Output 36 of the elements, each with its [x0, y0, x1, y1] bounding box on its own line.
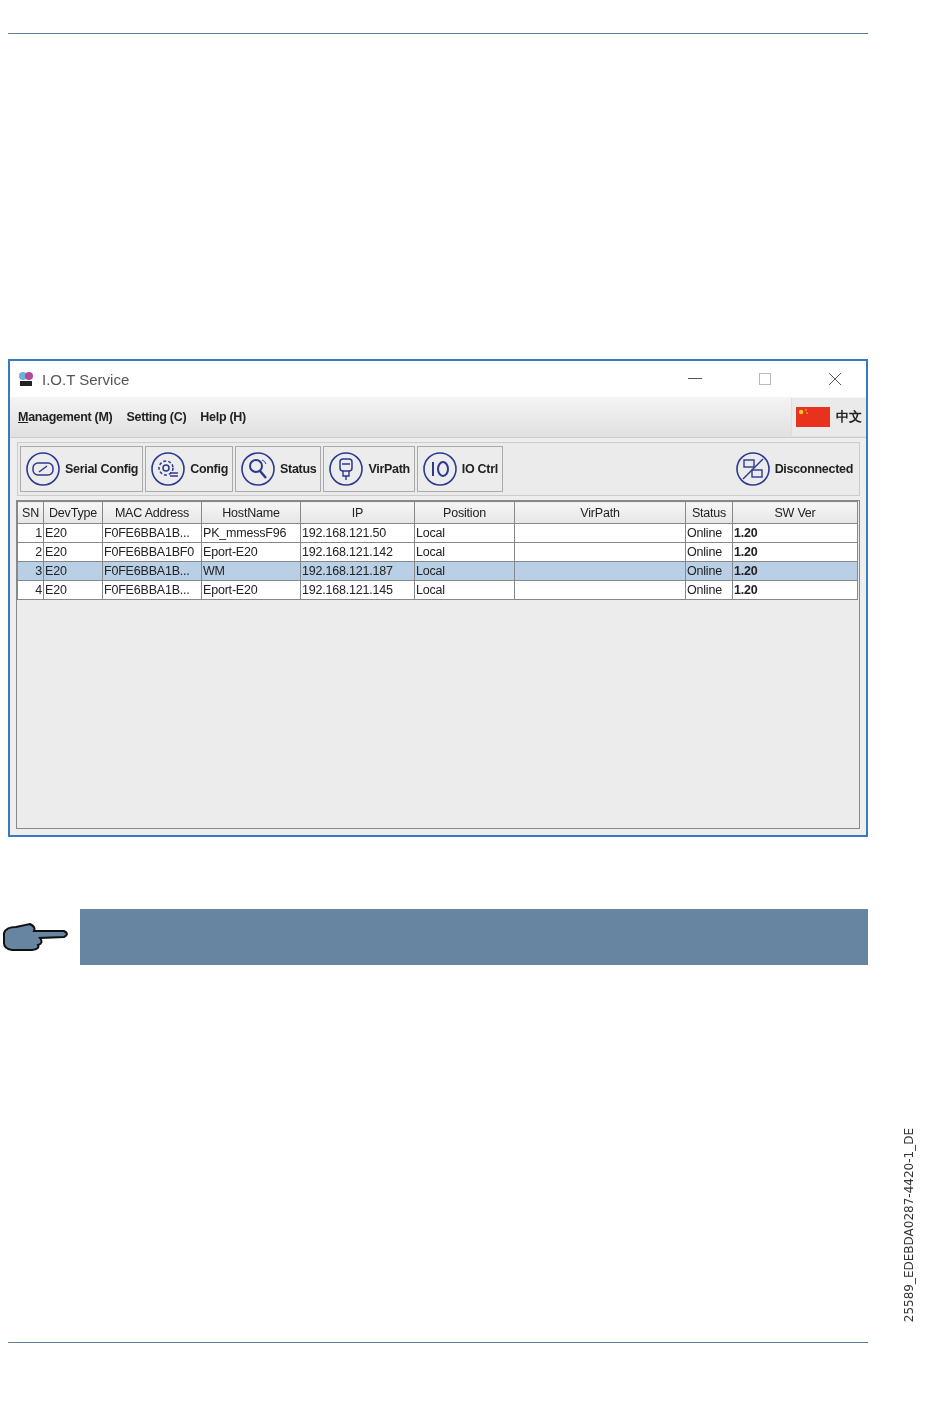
pointing-hand-icon: [0, 921, 68, 953]
language-button[interactable]: 中文: [791, 398, 866, 436]
serial-port-icon: [25, 451, 61, 487]
table-row[interactable]: 4 E20 F0FE6BBA1B... Eport-E20 192.168.121.145 Local Online 1.20: [17, 580, 858, 600]
column-header[interactable]: SW Ver: [732, 501, 858, 524]
network-icon: [734, 451, 771, 487]
minimize-icon[interactable]: [688, 378, 702, 380]
window-title: I.O.T Service: [42, 370, 131, 388]
column-header[interactable]: Status: [685, 501, 733, 524]
toolbar-button[interactable]: Status: [235, 446, 322, 492]
column-header[interactable]: HostName: [201, 501, 301, 524]
io-icon: [421, 451, 458, 487]
column-header[interactable]: SN: [17, 501, 44, 524]
toolbar-button[interactable]: Config: [145, 446, 233, 492]
column-header[interactable]: IP: [300, 501, 415, 524]
flag-icon: [796, 407, 830, 427]
app-logo-icon: [18, 371, 34, 387]
document-code: 25589_EDEBDA0287-4420-1_DE: [902, 1127, 916, 1322]
toolbar-button[interactable]: VirPath: [323, 446, 415, 492]
toolbar-button[interactable]: Serial Config: [20, 446, 144, 492]
connector-icon: [328, 451, 365, 487]
column-header[interactable]: DevType: [43, 501, 103, 524]
close-icon[interactable]: [828, 372, 842, 386]
menu-item[interactable]: Help (H): [192, 410, 252, 424]
toolbar-button[interactable]: IO Ctrl: [416, 446, 503, 492]
menu-item[interactable]: Setting (C): [118, 410, 193, 424]
connection-status-button[interactable]: Disconnected: [728, 446, 857, 492]
table-row[interactable]: 3 E20 F0FE6BBA1B... WM 192.168.121.187 Local Online 1.20: [17, 561, 858, 581]
table-row[interactable]: 2 E20 F0FE6BBA1BF0 Eport-E20 192.168.121.142 Local Online 1.20: [17, 542, 858, 562]
menu-item[interactable]: Management (M): [10, 410, 119, 424]
table-row[interactable]: 1 E20 F0FE6BBA1B... PK_mmessF96 192.168.121.50 Local Online 1.20: [17, 523, 858, 543]
magnifier-icon: [240, 451, 276, 487]
column-header[interactable]: VirPath: [514, 501, 686, 524]
gear-icon: [150, 451, 187, 487]
column-header[interactable]: Position: [414, 501, 515, 524]
column-header[interactable]: MAC Address: [102, 501, 202, 524]
